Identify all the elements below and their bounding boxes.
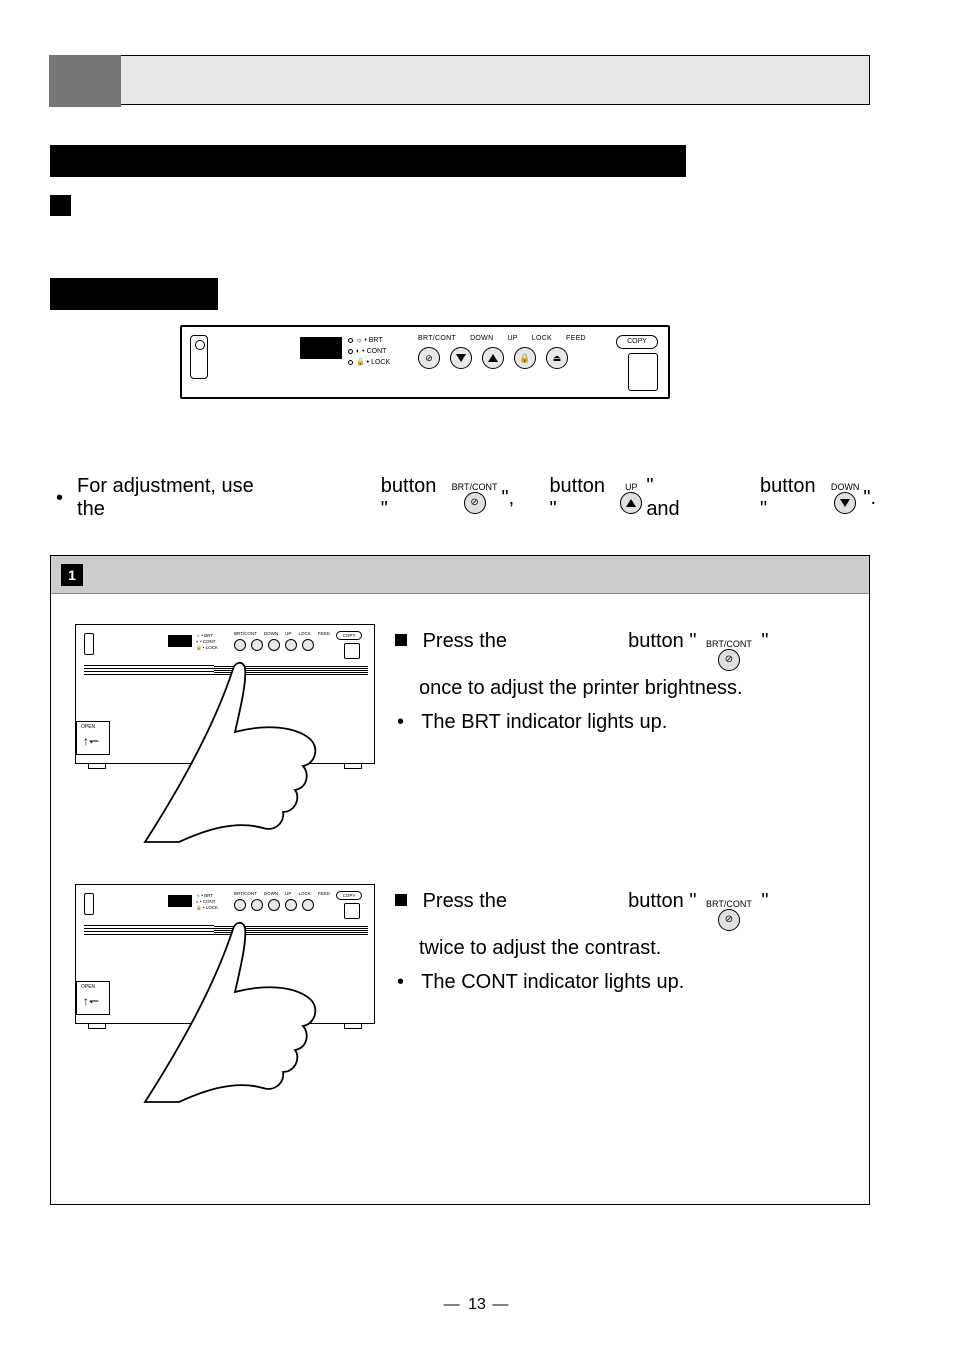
adj-mid2: button " [549,475,616,521]
feed-button-icon: ⏏ [546,347,568,369]
panel-button-labels: BRT/CONT DOWN UP LOCK FEED [418,335,586,342]
lbl-down: DOWN [470,335,493,342]
down-button-icon [450,347,472,369]
r1-l1b: button " [628,630,696,652]
step-1-row-2: ☼ • BRT◐ • CONT🔒 • LOCK BRT/CONTDOWNUPLO… [75,884,845,1094]
panel-lcd [300,337,342,359]
copy-button-label: COPY [616,335,658,349]
printer-illustration-2: ☼ • BRT◐ • CONT🔒 • LOCK BRT/CONTDOWNUPLO… [75,884,375,1094]
subsection-title-bar [50,278,218,310]
subsection-marker [50,195,71,216]
copy-button-outline [628,353,658,391]
panel-indicator-legend: ☼ • BRT ◐ • CONT 🔒 • LOCK [348,335,390,368]
section-header-band [50,55,870,105]
square-bullet-icon [395,634,407,646]
step-1-box: 1 ☼ • BRT◐ • CONT🔒 • LOCK BRT/CONTDOWNUP… [50,555,870,1205]
open-switch-icon: OPEN ↑↽ [76,721,110,755]
r2-l2: twice to adjust the contrast. [395,931,845,965]
section-title-bar [50,145,686,177]
ind-cont-label: CONT [367,348,387,355]
down-inline-icon: DOWN [831,483,860,514]
lbl-brtcont: BRT/CONT [418,335,456,342]
adj-mid1: button " [381,475,448,521]
r1-l2: once to adjust the printer brightness. [395,671,845,705]
adj-mid3: button " [760,475,827,521]
lbl-up: UP [507,335,517,342]
up-inline-icon: UP [620,483,642,514]
step-1-text-2: Press the button " BRT/CONT ⊘ " twice to… [395,884,845,999]
adj-mid2b: " and [646,475,691,521]
adjustment-instruction-line: • For adjustment, use the button " BRT/C… [56,475,876,521]
r1-l1c: " [761,630,768,652]
adj-mid1b: ", [502,487,515,510]
power-switch-slot [190,335,208,379]
ind-brt-label: BRT [369,337,383,344]
control-panel-diagram: ☼ • BRT ◐ • CONT 🔒 • LOCK BRT/CONT DOWN … [180,325,670,399]
inline-down-label: DOWN [831,483,860,492]
panel-button-row: ⊘ 🔒 ⏏ [418,347,568,369]
printer-illustration-1: ☼ • BRT◐ • CONT🔒 • LOCK BRT/CONTDOWNUPLO… [75,624,375,834]
r1-l1a: Press the [423,630,507,652]
brt-cont-inline-icon-2: BRT/CONT ⊘ [706,640,752,671]
square-bullet-icon [395,894,407,906]
bullet-icon: • [56,487,63,510]
adj-mid3b: ". [863,487,876,510]
step-1-text-1: Press the button " BRT/CONT ⊘ " once to … [395,624,845,739]
lbl-feed: FEED [566,335,586,342]
page-number: — 13 — [0,1296,954,1314]
manual-page: ☼ • BRT ◐ • CONT 🔒 • LOCK BRT/CONT DOWN … [0,0,954,1352]
adj-prefix: For adjustment, use the [77,475,283,521]
brt-cont-button-icon: ⊘ [418,347,440,369]
r1-l3: The BRT indicator lights up. [421,711,667,733]
step-header: 1 [51,556,869,594]
brt-cont-inline-icon-3: BRT/CONT ⊘ [706,900,752,931]
open-switch-icon: OPEN ↑↽ [76,981,110,1015]
lbl-lock: LOCK [532,335,552,342]
r2-l1b: button " [628,890,696,912]
lock-button-icon: 🔒 [514,347,536,369]
ind-lock-label: LOCK [371,359,390,366]
bullet-icon: • [397,971,404,993]
section-header-tab [49,55,121,107]
page-number-value: 13 [468,1296,486,1313]
inline-up-label: UP [625,483,638,492]
step-number: 1 [61,564,83,586]
inline-brtcont-label: BRT/CONT [452,483,498,492]
bullet-icon: • [397,711,404,733]
up-button-icon [482,347,504,369]
step-1-row-1: ☼ • BRT◐ • CONT🔒 • LOCK BRT/CONTDOWNUPLO… [75,624,845,834]
brt-cont-inline-icon: BRT/CONT ⊘ [452,483,498,514]
r2-l3: The CONT indicator lights up. [421,971,684,993]
r2-l1a: Press the [423,890,507,912]
r2-l1c: " [761,890,768,912]
